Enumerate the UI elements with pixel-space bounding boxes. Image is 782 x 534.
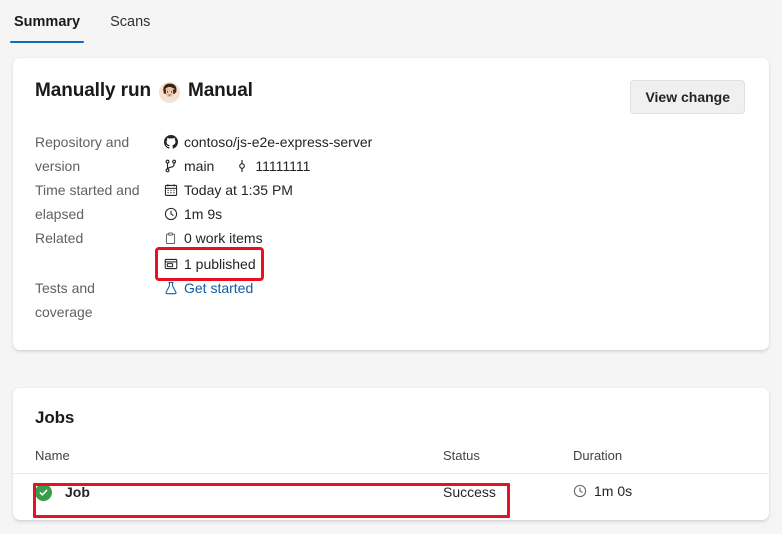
commit-icon: [234, 159, 249, 174]
published-artifact-row: 1 published: [155, 247, 747, 281]
detail-label-repository: Repository and version: [35, 134, 130, 174]
version-value: main 11111111: [163, 154, 747, 178]
jobs-table-header: Name Status Duration: [13, 438, 769, 474]
detail-row-tests: Tests and coverage Get started: [35, 276, 747, 324]
run-summary-header: Manually run Manual View change: [13, 58, 769, 114]
detail-row-time: Time started and elapsed Today at 1:35 P…: [35, 178, 747, 226]
success-check-icon: [35, 483, 52, 501]
job-name: Job: [65, 484, 90, 500]
tab-scans-label: Scans: [110, 14, 151, 30]
detail-values-repository: contoso/js-e2e-express-server main 11111…: [163, 130, 747, 178]
elapsed-text: 1m 9s: [184, 206, 223, 222]
elapsed-value: 1m 9s: [163, 202, 747, 226]
detail-values-time: Today at 1:35 PM 1m 9s: [163, 178, 747, 226]
column-header-status: Status: [443, 448, 480, 463]
clipboard-icon: [163, 231, 178, 246]
jobs-title: Jobs: [35, 408, 75, 427]
time-started-text: Today at 1:35 PM: [184, 182, 293, 198]
artifact-icon: [163, 257, 178, 272]
job-duration-wrap: 1m 0s: [573, 483, 632, 499]
clock-icon: [573, 484, 587, 498]
tab-summary-label: Summary: [14, 14, 81, 30]
repository-name: contoso/js-e2e-express-server: [184, 134, 373, 150]
branch-name: main: [184, 158, 215, 174]
detail-values-tests: Get started: [163, 276, 747, 300]
run-details: Repository and version contoso/js-e2e-ex…: [13, 130, 769, 324]
detail-values-related: 0 work items 1 published: [155, 226, 747, 281]
github-icon: [163, 135, 178, 150]
detail-label-related: Related: [35, 230, 84, 246]
tests-get-started-row[interactable]: Get started: [163, 276, 747, 300]
calendar-icon: [163, 183, 178, 198]
table-row[interactable]: Job Success 1m 0s: [13, 474, 769, 510]
job-duration-cell: 1m 0s: [573, 483, 747, 501]
tab-scans[interactable]: Scans: [106, 10, 154, 43]
commit-value[interactable]: 11111111: [234, 154, 310, 178]
published-artifact-text: 1 published: [184, 256, 256, 272]
run-title-text: Manually run: [35, 80, 151, 101]
column-header-name: Name: [35, 448, 70, 463]
run-summary-card: Manually run Manual View change Reposito…: [13, 58, 769, 350]
beaker-icon: [163, 281, 178, 296]
detail-label-tests: Tests and coverage: [35, 280, 95, 320]
published-artifact-highlight[interactable]: 1 published: [155, 247, 264, 281]
job-status-cell: Success: [443, 484, 496, 500]
repository-value[interactable]: contoso/js-e2e-express-server: [163, 130, 747, 154]
clock-icon: [163, 207, 178, 222]
job-name-cell: Job: [35, 483, 443, 501]
run-title: Manually run Manual: [35, 80, 253, 103]
branch-value[interactable]: main: [163, 154, 214, 178]
job-duration-text: 1m 0s: [594, 483, 633, 499]
work-items-value[interactable]: 0 work items: [163, 226, 747, 250]
detail-row-related: Related 0 work items 1 published: [35, 226, 747, 281]
commit-sha: 11111111: [255, 158, 311, 174]
branch-icon: [163, 159, 178, 174]
tab-summary[interactable]: Summary: [10, 10, 85, 43]
tab-strip: Summary Scans: [0, 0, 782, 48]
jobs-card: Jobs Name Status Duration Job Success 1m…: [13, 388, 769, 520]
work-items-text: 0 work items: [184, 230, 263, 246]
detail-label-time: Time started and elapsed: [35, 182, 140, 222]
tests-get-started-link[interactable]: Get started: [184, 276, 253, 300]
detail-row-repository: Repository and version contoso/js-e2e-ex…: [35, 130, 747, 178]
view-change-button[interactable]: View change: [630, 80, 745, 114]
user-avatar: [158, 81, 180, 103]
column-header-duration: Duration: [573, 448, 623, 463]
time-started-value: Today at 1:35 PM: [163, 178, 747, 202]
trigger-name: Manual: [187, 80, 253, 101]
